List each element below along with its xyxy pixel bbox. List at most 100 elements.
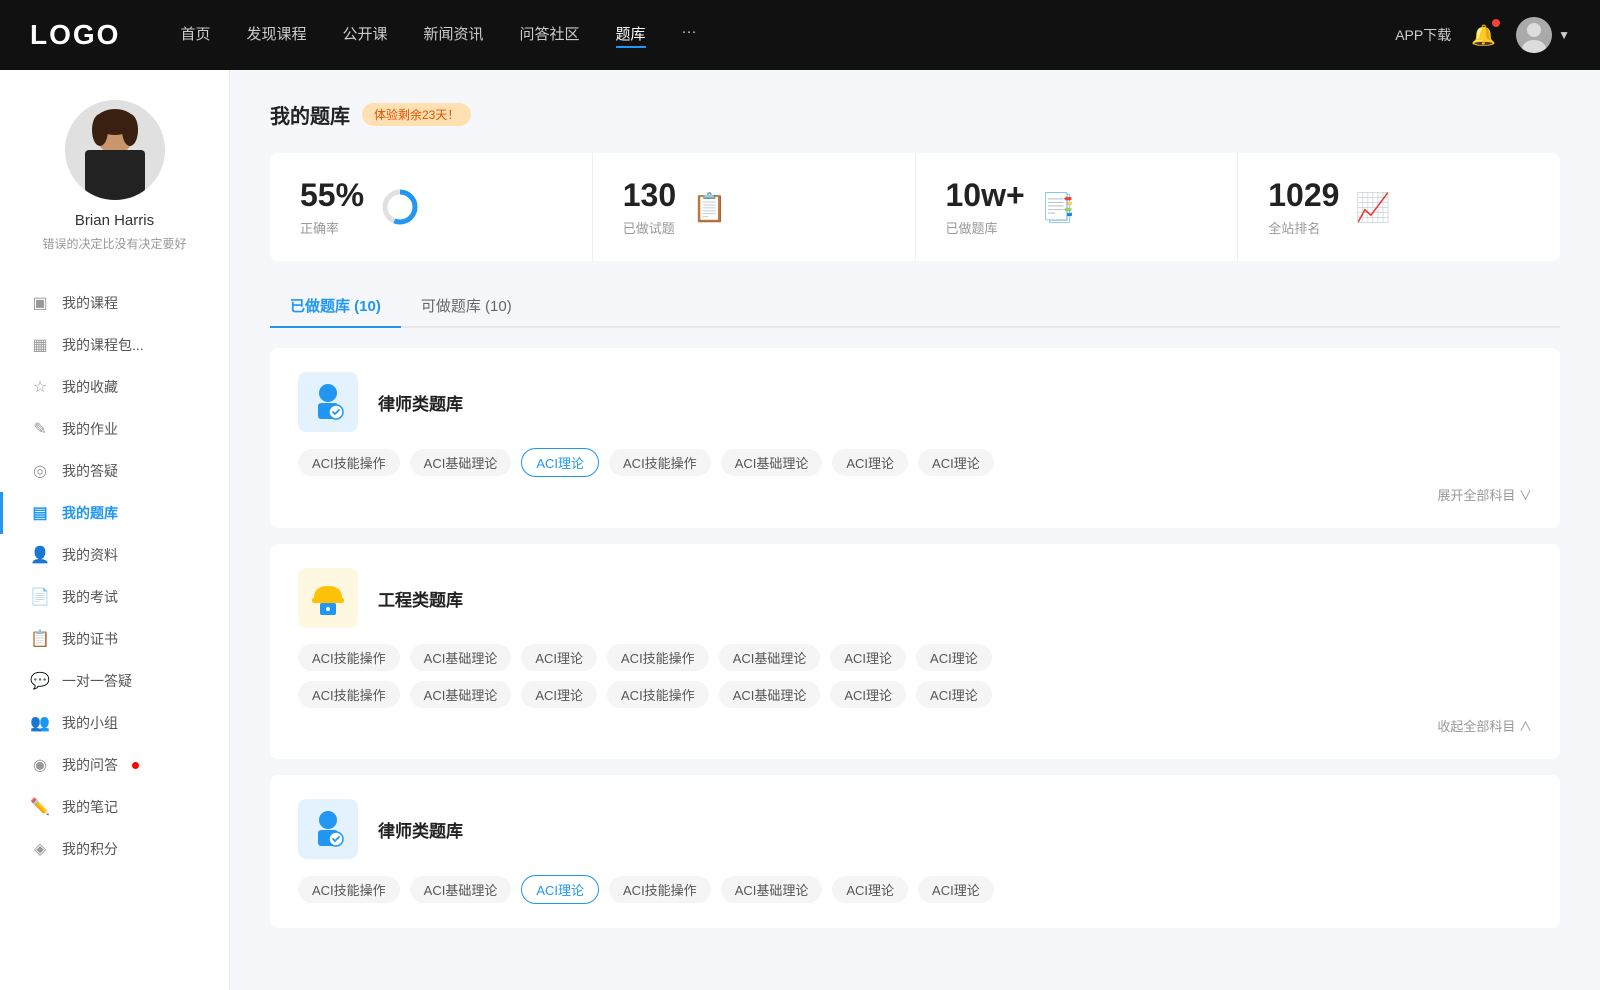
sidebar-item-my-group[interactable]: 👥 我的小组: [0, 702, 229, 744]
tag[interactable]: ACI理论: [830, 681, 906, 708]
tag[interactable]: ACI理论: [521, 644, 597, 671]
tag[interactable]: ACI技能操作: [298, 644, 400, 671]
tag[interactable]: ACI理论: [916, 644, 992, 671]
stat-label-done: 已做试题: [623, 218, 676, 237]
qbank-title-1: 律师类题库: [378, 390, 463, 415]
page-header: 我的题库 体验剩余23天！: [270, 100, 1560, 129]
sidebar-item-label: 我的考试: [62, 587, 118, 607]
tag[interactable]: ACI理论: [832, 876, 908, 903]
tag[interactable]: ACI理论: [830, 644, 906, 671]
nav-item-qa[interactable]: 问答社区: [520, 23, 580, 48]
tag[interactable]: ACI技能操作: [607, 644, 709, 671]
bank-icon: 📑: [1041, 191, 1076, 224]
sidebar-item-my-qna[interactable]: ◉ 我的问答: [0, 744, 229, 786]
tag[interactable]: ACI理论: [918, 449, 994, 476]
sidebar-item-my-points[interactable]: ◈ 我的积分: [0, 828, 229, 870]
sidebar-item-label: 我的笔记: [62, 797, 118, 817]
tag[interactable]: ACI技能操作: [298, 449, 400, 476]
exam-icon: 📄: [30, 587, 50, 607]
qbank-title-2: 工程类题库: [378, 586, 463, 611]
qbank-lawyer-icon-3: [298, 799, 358, 859]
sidebar-item-my-profile[interactable]: 👤 我的资料: [0, 534, 229, 576]
nav-item-more[interactable]: ···: [682, 23, 697, 48]
document-icon: ▣: [30, 293, 50, 313]
sidebar-item-label: 我的作业: [62, 419, 118, 439]
tag[interactable]: ACI理论: [832, 449, 908, 476]
tag[interactable]: ACI基础理论: [410, 876, 512, 903]
tags-row-2a: ACI技能操作 ACI基础理论 ACI理论 ACI技能操作 ACI基础理论 AC…: [298, 644, 1532, 671]
tag[interactable]: ACI理论: [918, 876, 994, 903]
sidebar-item-my-exam[interactable]: 📄 我的考试: [0, 576, 229, 618]
main-content: 我的题库 体验剩余23天！ 55% 正确率 130 已做试题: [230, 70, 1600, 990]
collapse-link-2[interactable]: 收起全部科目 ∧: [298, 716, 1532, 735]
list-icon: 📋: [692, 191, 727, 224]
tag[interactable]: ACI理论: [521, 681, 597, 708]
sidebar-item-my-qa[interactable]: ◎ 我的答疑: [0, 450, 229, 492]
notification-bell[interactable]: 🔔: [1471, 23, 1496, 48]
app-download-link[interactable]: APP下载: [1395, 25, 1451, 45]
stat-value-correct-rate: 55%: [300, 177, 364, 214]
chevron-down-icon: ▼: [1558, 28, 1570, 42]
nav-item-qbank[interactable]: 题库: [616, 23, 646, 48]
page-title: 我的题库: [270, 100, 350, 129]
cert-icon: 📋: [30, 629, 50, 649]
stat-value-done: 130: [623, 177, 676, 214]
stat-done-questions: 130 已做试题 📋: [593, 153, 916, 261]
sidebar-item-my-course-pkg[interactable]: ▦ 我的课程包...: [0, 324, 229, 366]
tag[interactable]: ACI基础理论: [721, 876, 823, 903]
nav-item-discover[interactable]: 发现课程: [246, 23, 306, 48]
qbank-card-header-2: 工程类题库: [298, 568, 1532, 628]
group-icon: 👥: [30, 713, 50, 733]
stat-correct-rate: 55% 正确率: [270, 153, 593, 261]
tag[interactable]: ACI基础理论: [719, 644, 821, 671]
stat-label-correct-rate: 正确率: [300, 218, 364, 237]
tag[interactable]: ACI基础理论: [721, 449, 823, 476]
tag[interactable]: ACI技能操作: [607, 681, 709, 708]
user-avatar-menu[interactable]: ▼: [1516, 17, 1570, 53]
tag[interactable]: ACI基础理论: [410, 681, 512, 708]
sidebar-item-one-on-one[interactable]: 💬 一对一答疑: [0, 660, 229, 702]
tab-done-banks[interactable]: 已做题库 (10): [270, 285, 401, 326]
sidebar-item-label: 我的证书: [62, 629, 118, 649]
tag[interactable]: ACI技能操作: [298, 681, 400, 708]
sidebar-item-my-notes[interactable]: ✏️ 我的笔记: [0, 786, 229, 828]
qbank-card-3: 律师类题库 ACI技能操作 ACI基础理论 ACI理论 ACI技能操作 ACI基…: [270, 775, 1560, 928]
qbank-title-3: 律师类题库: [378, 817, 463, 842]
tag[interactable]: ACI基础理论: [719, 681, 821, 708]
tag[interactable]: ACI技能操作: [609, 876, 711, 903]
expand-link-1[interactable]: 展开全部科目 ∨: [298, 485, 1532, 504]
qbank-card-header-1: 律师类题库: [298, 372, 1532, 432]
sidebar-item-my-qbank[interactable]: ▤ 我的题库: [0, 492, 229, 534]
tag[interactable]: ACI理论: [916, 681, 992, 708]
qna-icon: ◉: [30, 755, 50, 775]
tags-row-2b: ACI技能操作 ACI基础理论 ACI理论 ACI技能操作 ACI基础理论 AC…: [298, 681, 1532, 708]
tag-active[interactable]: ACI理论: [521, 875, 599, 904]
sidebar-item-label: 我的课程: [62, 293, 118, 313]
stat-banks-done: 10w+ 已做题库 📑: [916, 153, 1239, 261]
navbar-right: APP下载 🔔 ▼: [1395, 17, 1570, 53]
qbank-card-1: 律师类题库 ACI技能操作 ACI基础理论 ACI理论 ACI技能操作 ACI基…: [270, 348, 1560, 528]
sidebar-item-label: 我的问答: [62, 755, 118, 775]
tab-available-banks[interactable]: 可做题库 (10): [401, 285, 532, 326]
stat-label-banks: 已做题库: [946, 218, 1025, 237]
sidebar: Brian Harris 错误的决定比没有决定要好 ▣ 我的课程 ▦ 我的课程包…: [0, 70, 230, 990]
sidebar-item-label: 我的收藏: [62, 377, 118, 397]
tag-active[interactable]: ACI理论: [521, 448, 599, 477]
sidebar-item-my-cert[interactable]: 📋 我的证书: [0, 618, 229, 660]
tag[interactable]: ACI基础理论: [410, 449, 512, 476]
sidebar-item-my-homework[interactable]: ✎ 我的作业: [0, 408, 229, 450]
question-icon: ◎: [30, 461, 50, 481]
tag[interactable]: ACI技能操作: [609, 449, 711, 476]
nav-item-news[interactable]: 新闻资讯: [424, 23, 484, 48]
sidebar-item-my-course[interactable]: ▣ 我的课程: [0, 282, 229, 324]
bar-chart-icon: ▦: [30, 335, 50, 355]
nav-item-open-course[interactable]: 公开课: [342, 23, 387, 48]
tag[interactable]: ACI基础理论: [410, 644, 512, 671]
sidebar-item-my-fav[interactable]: ☆ 我的收藏: [0, 366, 229, 408]
points-icon: ◈: [30, 839, 50, 859]
nav-item-home[interactable]: 首页: [180, 23, 210, 48]
stats-row: 55% 正确率 130 已做试题 📋 10w+: [270, 153, 1560, 261]
tags-row-3: ACI技能操作 ACI基础理论 ACI理论 ACI技能操作 ACI基础理论 AC…: [298, 875, 1532, 904]
sidebar-item-label: 一对一答疑: [62, 671, 132, 691]
tag[interactable]: ACI技能操作: [298, 876, 400, 903]
